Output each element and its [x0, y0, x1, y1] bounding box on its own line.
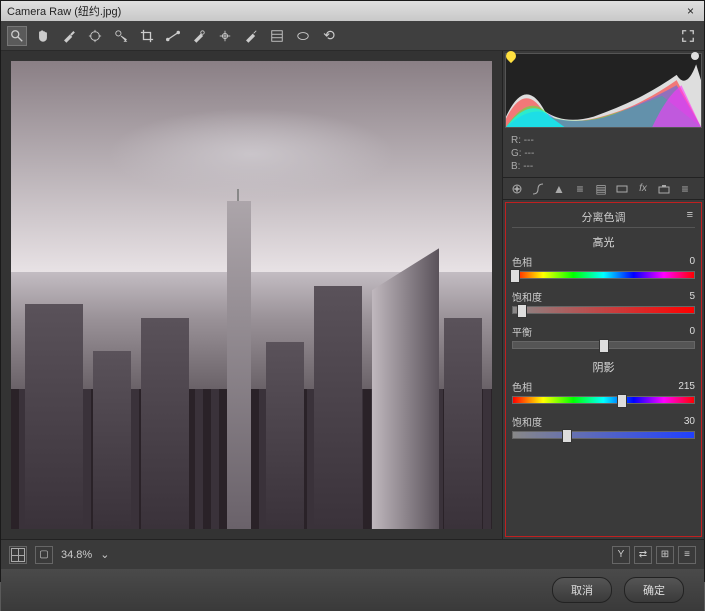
hand-tool-icon[interactable]: [33, 26, 53, 46]
main-area: R: --- G: --- B: --- ▲ ≡ ▤ fx ≡ 分离色调 ≡: [1, 51, 704, 539]
tab-split-icon[interactable]: ▤: [593, 181, 609, 197]
swap-icon[interactable]: ⊞: [656, 546, 674, 564]
shadows-sat-row: 饱和度: [512, 414, 695, 439]
tab-hsl-icon[interactable]: ≡: [572, 181, 588, 197]
highlights-hue-value[interactable]: [655, 254, 695, 269]
window-title: Camera Raw (纽约.jpg): [7, 3, 121, 19]
toolbar: ⟲: [1, 21, 704, 51]
shadows-hue-label: 色相: [512, 379, 532, 394]
target-adjust-icon[interactable]: [111, 26, 131, 46]
dialog-footer: 取消 确定: [1, 569, 704, 611]
highlights-sat-value[interactable]: [655, 289, 695, 304]
histogram[interactable]: [505, 53, 702, 128]
shadows-sat-value[interactable]: [655, 414, 695, 429]
panel-title: 分离色调 ≡: [512, 207, 695, 228]
tab-lens-icon[interactable]: [614, 181, 630, 197]
before-after-icon[interactable]: ⇄: [634, 546, 652, 564]
highlights-hue-row: 色相: [512, 254, 695, 279]
camera-raw-window: Camera Raw (纽约.jpg) × ⟲: [0, 0, 705, 582]
radial-filter-icon[interactable]: [293, 26, 313, 46]
zoom-tool-icon[interactable]: [7, 26, 27, 46]
tab-preset-icon[interactable]: ≡: [677, 181, 693, 197]
balance-slider[interactable]: [512, 341, 695, 349]
readout-b: B: ---: [511, 160, 696, 173]
readout-g: G: ---: [511, 147, 696, 160]
balance-value[interactable]: [655, 324, 695, 339]
preview-image: [11, 61, 492, 529]
fullscreen-icon[interactable]: [678, 26, 698, 46]
zoom-level[interactable]: 34.8%: [61, 549, 92, 561]
compare-toggle[interactable]: Y: [612, 546, 630, 564]
rotate-icon[interactable]: ⟲: [319, 26, 339, 46]
settings-menu-icon[interactable]: ≡: [678, 546, 696, 564]
shadows-hue-row: 色相: [512, 379, 695, 404]
panel-menu-icon[interactable]: ≡: [687, 209, 693, 221]
adjustment-brush-icon[interactable]: [241, 26, 261, 46]
balance-row: 平衡: [512, 324, 695, 349]
close-icon[interactable]: ×: [683, 4, 698, 18]
balance-label: 平衡: [512, 324, 532, 339]
titlebar[interactable]: Camera Raw (纽约.jpg) ×: [1, 1, 704, 21]
shadows-sat-label: 饱和度: [512, 414, 542, 429]
zoom-dropdown-icon[interactable]: ⌄: [100, 548, 109, 561]
highlights-sat-row: 饱和度: [512, 289, 695, 314]
highlight-clip-indicator-icon[interactable]: [691, 52, 699, 60]
crop-tool-icon[interactable]: [137, 26, 157, 46]
split-toning-panel: 分离色调 ≡ 高光 色相 饱和度: [505, 202, 702, 537]
tab-fx-icon[interactable]: fx: [635, 181, 651, 197]
status-bar: ▢ 34.8% ⌄ Y ⇄ ⊞ ≡: [1, 539, 704, 569]
highlights-sat-label: 饱和度: [512, 289, 542, 304]
shadows-hue-value[interactable]: [655, 379, 695, 394]
highlights-sat-slider[interactable]: [512, 306, 695, 314]
ok-button[interactable]: 确定: [624, 577, 684, 603]
tab-curve-icon[interactable]: [530, 181, 546, 197]
straighten-icon[interactable]: [163, 26, 183, 46]
eyedropper-icon[interactable]: [59, 26, 79, 46]
panel-tabs: ▲ ≡ ▤ fx ≡: [503, 178, 704, 200]
redeye-icon[interactable]: [215, 26, 235, 46]
highlights-title: 高光: [512, 234, 695, 250]
tab-detail-icon[interactable]: ▲: [551, 181, 567, 197]
highlights-hue-label: 色相: [512, 254, 532, 269]
shadows-hue-slider[interactable]: [512, 396, 695, 404]
grid-view-icon[interactable]: [9, 546, 27, 564]
graduated-filter-icon[interactable]: [267, 26, 287, 46]
side-panel: R: --- G: --- B: --- ▲ ≡ ▤ fx ≡ 分离色调 ≡: [502, 51, 704, 539]
tab-basic-icon[interactable]: [509, 181, 525, 197]
rgb-readout: R: --- G: --- B: ---: [503, 130, 704, 178]
shadows-sat-slider[interactable]: [512, 431, 695, 439]
spot-removal-icon[interactable]: [189, 26, 209, 46]
readout-r: R: ---: [511, 134, 696, 147]
shadows-title: 阴影: [512, 359, 695, 375]
highlights-hue-slider[interactable]: [512, 271, 695, 279]
preview-pane[interactable]: [1, 51, 502, 539]
tab-camera-icon[interactable]: [656, 181, 672, 197]
color-sampler-icon[interactable]: [85, 26, 105, 46]
cancel-button[interactable]: 取消: [552, 577, 612, 603]
single-view-icon[interactable]: ▢: [35, 546, 53, 564]
